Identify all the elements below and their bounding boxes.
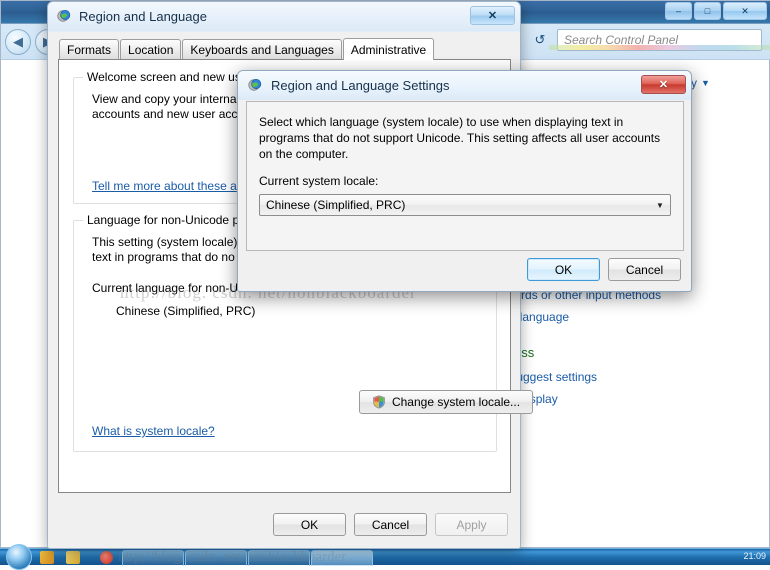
tell-me-more-link[interactable]: Tell me more about these a <box>92 179 237 193</box>
outer-cancel-button[interactable]: Cancel <box>354 513 427 536</box>
region-globe-icon <box>247 78 263 94</box>
welcome-screen-text-line2: accounts and new user acc <box>92 107 237 122</box>
tab-strip[interactable]: Formats Location Keyboards and Languages… <box>59 38 435 59</box>
inner-dialog-description: Select which language (system locale) to… <box>259 114 671 162</box>
taskbar-icon-explorer[interactable] <box>66 551 80 564</box>
tab-administrative[interactable]: Administrative <box>343 38 434 60</box>
current-language-label: Current language for non-U <box>92 281 238 296</box>
region-globe-icon <box>56 9 72 25</box>
inner-ok-button[interactable]: OK <box>527 258 600 281</box>
tab-location[interactable]: Location <box>120 39 181 59</box>
outer-ok-button[interactable]: OK <box>273 513 346 536</box>
inner-dialog-footer: OK Cancel <box>527 258 681 281</box>
chevron-down-icon: ▼ <box>701 78 710 88</box>
cp-link-display-language[interactable]: lay language <box>501 306 766 328</box>
outer-dialog-title: Region and Language <box>79 9 207 24</box>
start-orb-icon[interactable] <box>6 544 32 570</box>
inner-dialog-titlebar[interactable]: Region and Language Settings ✕ <box>238 71 691 100</box>
outer-dialog-titlebar[interactable]: Region and Language ✕ <box>48 2 520 31</box>
what-is-system-locale-link[interactable]: What is system locale? <box>92 424 215 438</box>
outer-apply-button: Apply <box>435 513 508 536</box>
region-and-language-settings-dialog: Region and Language Settings ✕ Select wh… <box>237 70 692 292</box>
taskbar-icon-media[interactable] <box>40 551 54 564</box>
inner-dialog-close-button[interactable]: ✕ <box>641 75 686 94</box>
control-panel-link-list: boards or other input methods lay langua… <box>501 284 766 410</box>
minimize-button[interactable]: – <box>665 2 692 20</box>
current-system-locale-label: Current system locale: <box>259 174 378 188</box>
uac-shield-icon <box>372 395 386 409</box>
outer-dialog-close-button[interactable]: ✕ <box>470 6 515 25</box>
taskbar-clock[interactable]: 21:09 <box>743 551 766 561</box>
cp-section-ease-of-access: ccess <box>501 340 766 366</box>
inner-dialog-body: Select which language (system locale) to… <box>246 101 684 251</box>
current-language-value: Chinese (Simplified, PRC) <box>116 304 255 319</box>
change-system-locale-button[interactable]: Change system locale... <box>359 390 533 414</box>
maximize-button[interactable]: □ <box>694 2 721 20</box>
inner-cancel-button[interactable]: Cancel <box>608 258 681 281</box>
control-panel-window-buttons[interactable]: – □ ✕ <box>665 2 767 20</box>
non-unicode-text-line1: This setting (system locale) <box>92 235 237 250</box>
decorative-color-strip <box>549 45 770 50</box>
tab-keyboards-and-languages[interactable]: Keyboards and Languages <box>182 39 341 59</box>
system-locale-value: Chinese (Simplified, PRC) <box>266 198 405 212</box>
close-button[interactable]: ✕ <box>723 2 767 20</box>
non-unicode-text-line2: text in programs that do no <box>92 250 235 265</box>
back-arrow-icon[interactable]: ◀ <box>5 29 31 55</box>
tab-formats[interactable]: Formats <box>59 39 119 59</box>
inner-dialog-title: Region and Language Settings <box>271 78 450 93</box>
system-locale-dropdown[interactable]: Chinese (Simplified, PRC) ▼ <box>259 194 671 216</box>
cp-link-visual-display[interactable]: ual display <box>501 388 766 410</box>
welcome-screen-text-line1: View and copy your interna <box>92 92 237 107</box>
taskbar-icon-app[interactable] <box>100 551 113 564</box>
change-system-locale-label: Change system locale... <box>392 395 520 409</box>
non-unicode-group-title: Language for non-Unicode p <box>83 213 243 227</box>
taskbar: 21:09 <box>0 548 770 565</box>
watermark-secondary: http://blog. csdn. net/nonblackboarder <box>118 549 346 566</box>
chevron-down-icon[interactable]: ▼ <box>651 196 669 214</box>
welcome-screen-group-title: Welcome screen and new us <box>83 70 245 84</box>
cp-link-suggest-settings[interactable]: s suggest settings <box>501 366 766 388</box>
desktop: – □ ✕ ◀ ▶ ↺ Search Control Panel ry ▼ bo… <box>0 0 770 565</box>
outer-dialog-footer: OK Cancel Apply <box>48 513 522 536</box>
